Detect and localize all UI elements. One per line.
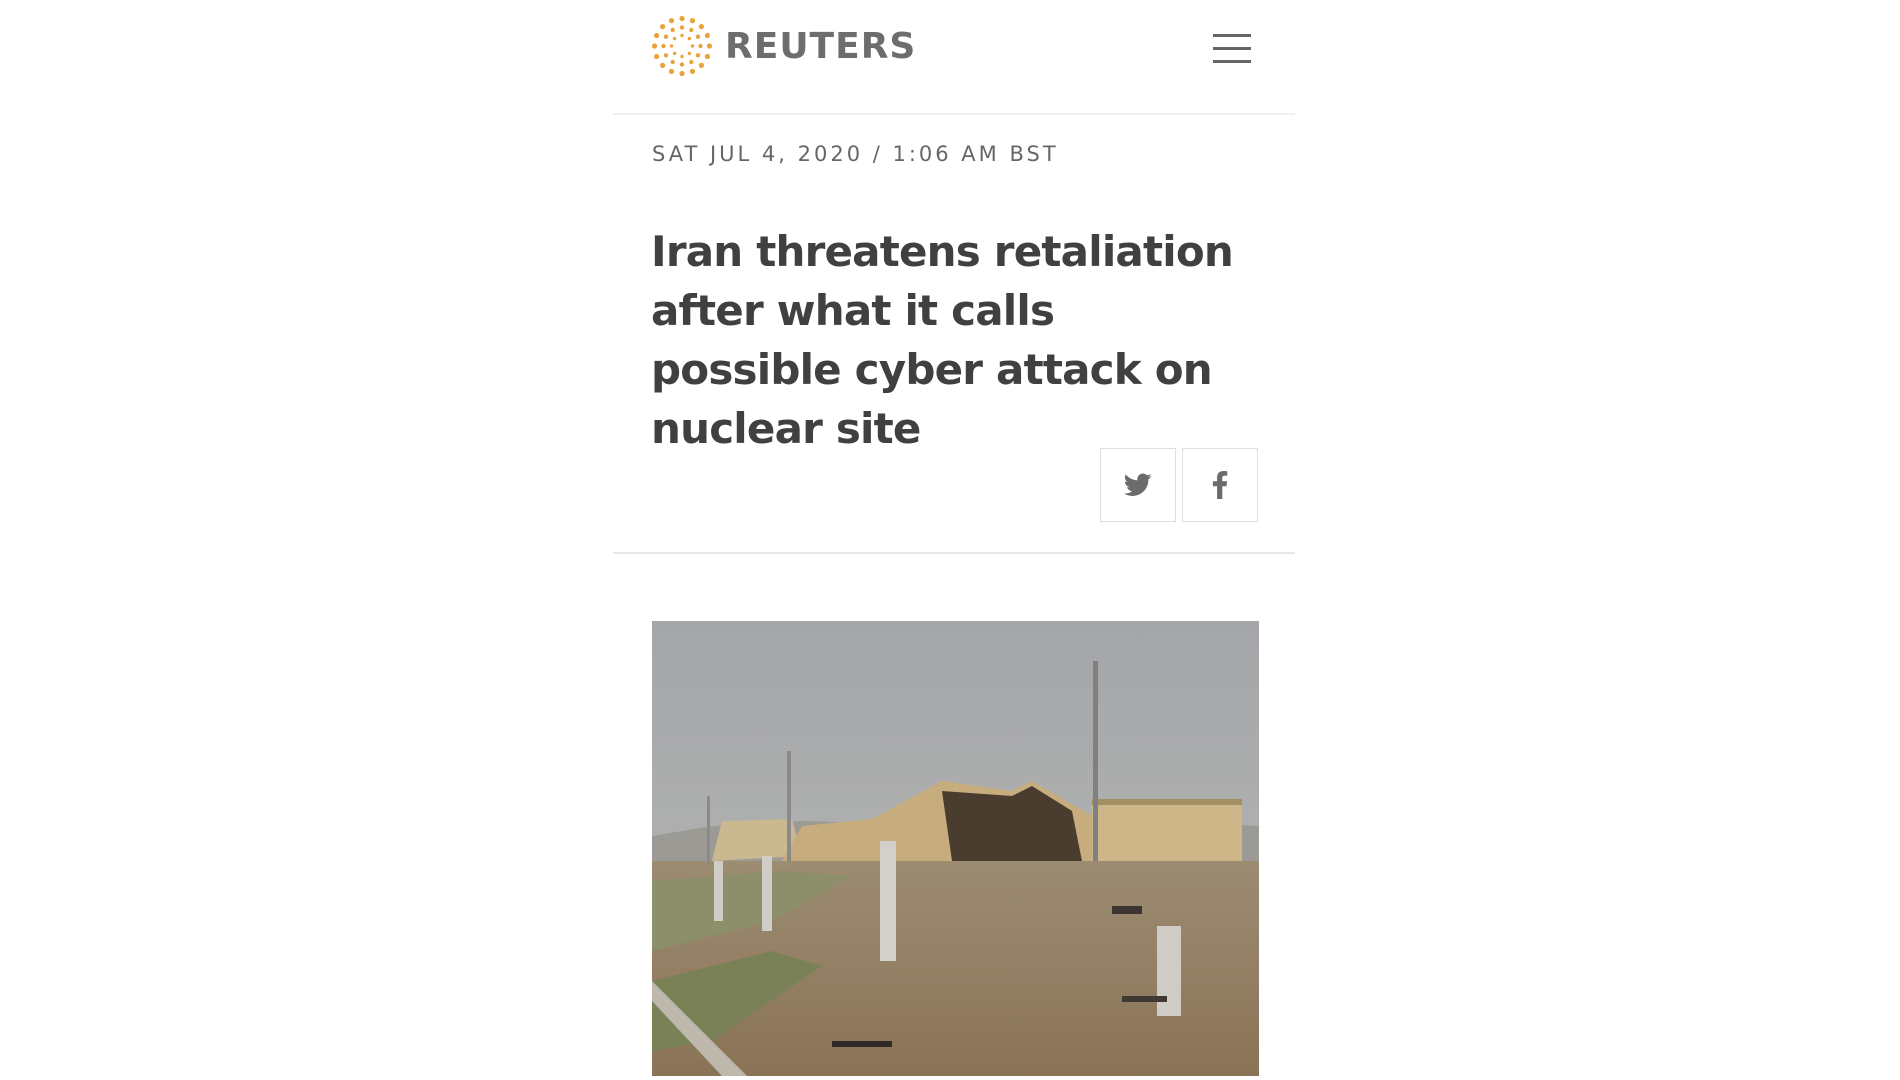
page: REUTERS SAT JUL 4, 2020 / 1:06 AM BST Ir… (0, 0, 1900, 1080)
facebook-icon (1212, 471, 1228, 499)
share-buttons (1100, 448, 1258, 522)
article-headline: Iran threatens retaliation after what it… (651, 227, 1234, 453)
reuters-logo-icon (651, 15, 713, 77)
header-divider (613, 552, 1295, 554)
share-twitter-button[interactable] (1100, 448, 1176, 522)
twitter-icon (1124, 473, 1152, 496)
article-column: REUTERS SAT JUL 4, 2020 / 1:06 AM BST Ir… (613, 0, 1295, 1080)
brand-name: REUTERS (725, 25, 917, 67)
damaged-building-photo[interactable] (652, 621, 1259, 1076)
hamburger-menu-icon[interactable] (1213, 30, 1253, 68)
article-dateline: SAT JUL 4, 2020 / 1:06 AM BST (652, 142, 1059, 166)
share-facebook-button[interactable] (1182, 448, 1258, 522)
reuters-logo[interactable]: REUTERS (651, 15, 917, 77)
site-header: REUTERS (613, 0, 1295, 115)
